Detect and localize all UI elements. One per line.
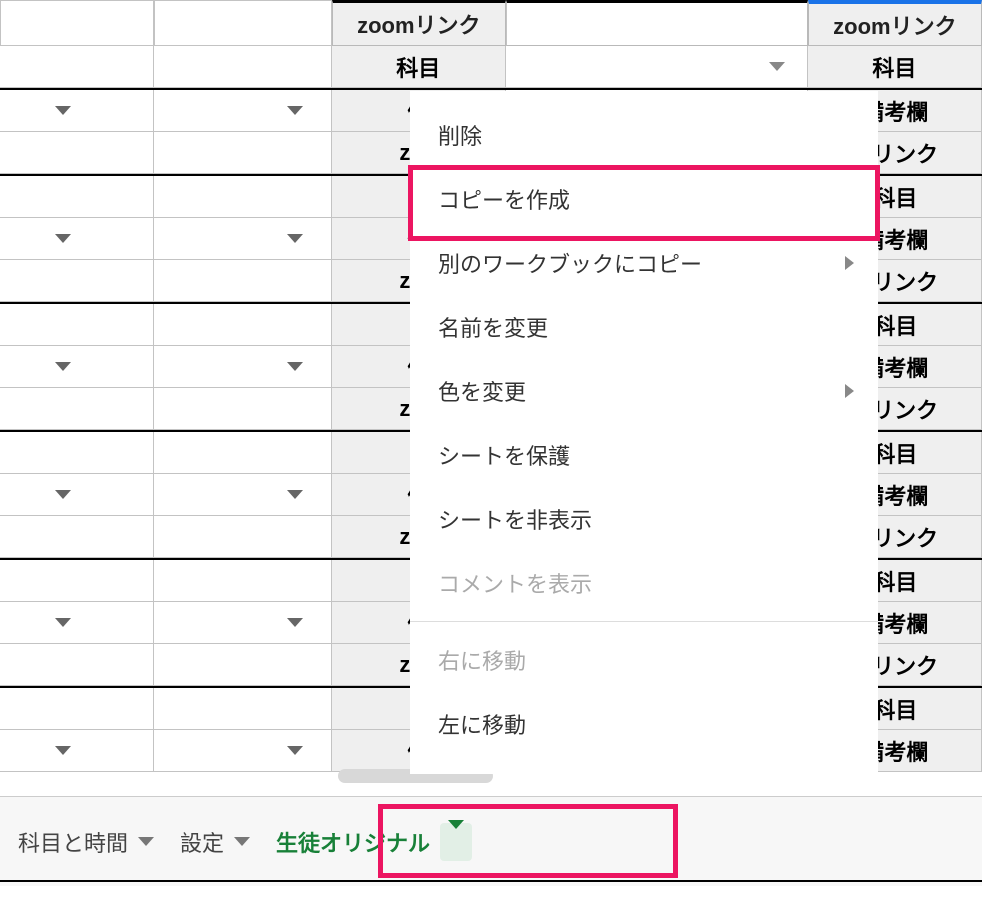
- cell-a[interactable]: [0, 560, 154, 602]
- cell-subhdr-a[interactable]: [0, 46, 154, 88]
- cell-subhdr-b[interactable]: [154, 46, 331, 88]
- cell-b-dropdown[interactable]: [154, 346, 331, 388]
- cell-a-dropdown[interactable]: [0, 346, 154, 388]
- menu-item-copy-to-other[interactable]: 別のワークブックにコピー: [410, 231, 878, 295]
- chevron-down-icon: [55, 490, 71, 499]
- cell-b-dropdown[interactable]: [154, 90, 331, 132]
- bottom-border: [0, 880, 982, 882]
- menu-item-move-left[interactable]: 左に移動: [410, 692, 878, 756]
- chevron-down-icon: [55, 618, 71, 627]
- cell-a[interactable]: [0, 688, 154, 730]
- sheet-tab-context-menu: 削除 コピーを作成 別のワークブックにコピー 名前を変更 色を変更 シートを保護…: [410, 91, 878, 774]
- menu-item-change-color[interactable]: 色を変更: [410, 359, 878, 423]
- sheet-tab-subjects-time[interactable]: 科目と時間: [14, 816, 158, 868]
- menu-item-move-right: 右に移動: [410, 628, 878, 692]
- cell-a[interactable]: [0, 388, 154, 430]
- menu-item-delete[interactable]: 削除: [410, 103, 878, 167]
- subheader-row: 科目 科目: [0, 46, 982, 88]
- cell-b[interactable]: [154, 560, 331, 602]
- chevron-down-icon: [448, 820, 464, 854]
- column-header-a[interactable]: [0, 0, 154, 46]
- chevron-down-icon: [769, 62, 785, 71]
- cell-a-dropdown[interactable]: [0, 602, 154, 644]
- sheet-tab-bar: 科目と時間 設定 生徒オリジナル: [0, 796, 982, 886]
- cell-b-dropdown[interactable]: [154, 474, 331, 516]
- cell-b[interactable]: [154, 432, 331, 474]
- menu-item-label: 別のワークブックにコピー: [438, 247, 702, 279]
- chevron-down-icon: [55, 234, 71, 243]
- cell-a-dropdown[interactable]: [0, 90, 154, 132]
- sheet-tab-settings[interactable]: 設定: [176, 816, 254, 868]
- cell-b[interactable]: [154, 304, 331, 346]
- tab-label: 生徒オリジナル: [276, 826, 430, 858]
- tab-label: 科目と時間: [18, 826, 128, 858]
- menu-item-duplicate[interactable]: コピーを作成: [410, 167, 878, 231]
- chevron-down-icon: [138, 837, 154, 846]
- sheet-tab-student-original[interactable]: 生徒オリジナル: [272, 813, 476, 871]
- column-header-b[interactable]: [154, 0, 331, 46]
- cell-b-dropdown[interactable]: [154, 218, 331, 260]
- submenu-arrow-icon: [845, 256, 854, 270]
- chevron-down-icon: [287, 234, 303, 243]
- cell-b[interactable]: [154, 388, 331, 430]
- chevron-down-icon: [287, 490, 303, 499]
- chevron-down-icon: [287, 746, 303, 755]
- cell-b[interactable]: [154, 688, 331, 730]
- tab-menu-trigger[interactable]: [440, 823, 472, 861]
- chevron-down-icon: [287, 106, 303, 115]
- menu-separator: [410, 621, 878, 622]
- cell-a[interactable]: [0, 176, 154, 218]
- cell-a[interactable]: [0, 132, 154, 174]
- cell-a-dropdown[interactable]: [0, 218, 154, 260]
- chevron-down-icon: [55, 362, 71, 371]
- menu-item-rename[interactable]: 名前を変更: [410, 295, 878, 359]
- chevron-down-icon: [234, 837, 250, 846]
- cell-a[interactable]: [0, 516, 154, 558]
- column-header-c[interactable]: zoomリンク: [332, 0, 506, 46]
- menu-item-view-comments: コメントを表示: [410, 551, 878, 615]
- chevron-down-icon: [55, 746, 71, 755]
- column-header-d[interactable]: [506, 0, 808, 46]
- cell-b-dropdown[interactable]: [154, 730, 331, 772]
- column-header-row: zoomリンク zoomリンク: [0, 0, 982, 46]
- cell-b[interactable]: [154, 260, 331, 302]
- cell-a-dropdown[interactable]: [0, 730, 154, 772]
- cell-a[interactable]: [0, 432, 154, 474]
- cell-b[interactable]: [154, 132, 331, 174]
- cell-a[interactable]: [0, 644, 154, 686]
- submenu-arrow-icon: [845, 384, 854, 398]
- cell-a-dropdown[interactable]: [0, 474, 154, 516]
- cell-subhdr-d-dropdown[interactable]: [506, 46, 808, 88]
- chevron-down-icon: [287, 618, 303, 627]
- menu-item-hide[interactable]: シートを非表示: [410, 487, 878, 551]
- cell-b-dropdown[interactable]: [154, 602, 331, 644]
- cell-subhdr-c[interactable]: 科目: [332, 46, 506, 88]
- menu-item-label: 色を変更: [438, 375, 526, 407]
- column-header-e[interactable]: zoomリンク: [808, 0, 982, 46]
- tab-label: 設定: [180, 826, 224, 858]
- cell-b[interactable]: [154, 516, 331, 558]
- cell-a[interactable]: [0, 260, 154, 302]
- cell-b[interactable]: [154, 644, 331, 686]
- chevron-down-icon: [287, 362, 303, 371]
- menu-item-protect[interactable]: シートを保護: [410, 423, 878, 487]
- chevron-down-icon: [55, 106, 71, 115]
- cell-b[interactable]: [154, 176, 331, 218]
- cell-a[interactable]: [0, 304, 154, 346]
- cell-subhdr-e[interactable]: 科目: [808, 46, 982, 88]
